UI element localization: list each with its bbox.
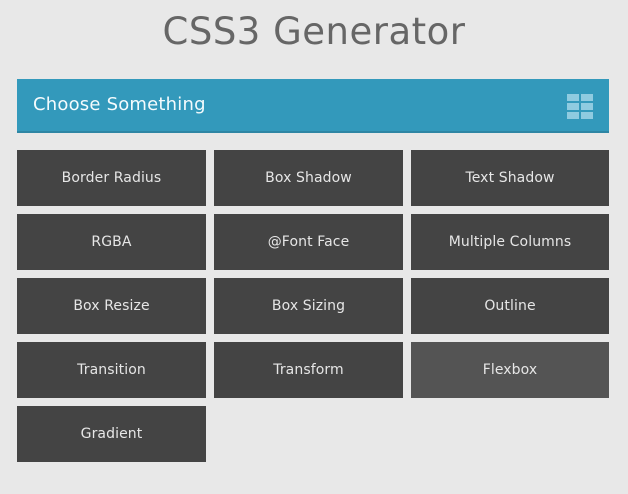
option-outline-button[interactable]: Outline — [411, 278, 609, 334]
option-box-shadow-button[interactable]: Box Shadow — [214, 150, 403, 206]
choose-something-label: Choose Something — [33, 94, 206, 115]
choose-something-dropdown[interactable]: Choose Something — [17, 79, 609, 133]
option-box-resize-button[interactable]: Box Resize — [17, 278, 206, 334]
grid-icon[interactable] — [567, 94, 593, 119]
option-transition-button[interactable]: Transition — [17, 342, 206, 398]
option-border-radius-button[interactable]: Border Radius — [17, 150, 206, 206]
page-title: CSS3 Generator — [162, 10, 466, 53]
option-gradient-button[interactable]: Gradient — [17, 406, 206, 462]
option-text-shadow-button[interactable]: Text Shadow — [411, 150, 609, 206]
option-rgba-button[interactable]: RGBA — [17, 214, 206, 270]
option-box-sizing-button[interactable]: Box Sizing — [214, 278, 403, 334]
option-transform-button[interactable]: Transform — [214, 342, 403, 398]
option-font-face-button[interactable]: @Font Face — [214, 214, 403, 270]
option-flexbox-button[interactable]: Flexbox — [411, 342, 609, 398]
option-multiple-columns-button[interactable]: Multiple Columns — [411, 214, 609, 270]
